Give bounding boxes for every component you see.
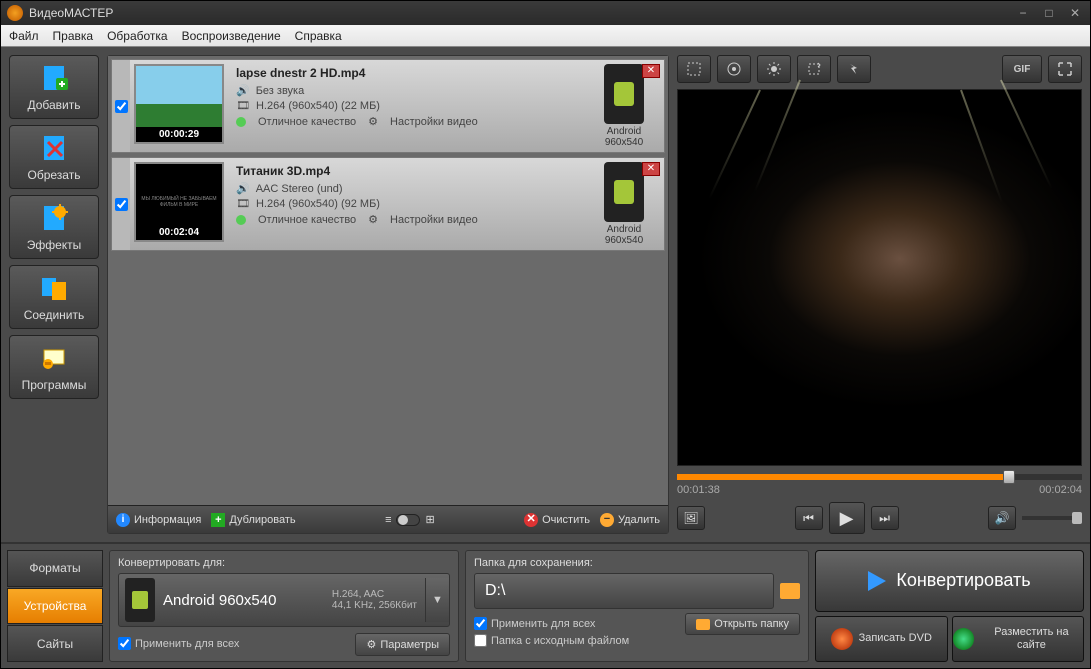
file-list: 00:00:29 lapse dnestr 2 HD.mp4 🔊Без звук…: [108, 56, 668, 505]
clear-button[interactable]: ✕Очистить: [524, 513, 590, 527]
convert-button[interactable]: Конвертировать: [815, 550, 1084, 612]
play-button[interactable]: ▶: [829, 502, 865, 534]
device-selector[interactable]: Android 960x540 H.264, AAC 44,1 KHz, 256…: [118, 573, 450, 627]
save-folder-panel: Папка для сохранения: D:\ Применить для …: [465, 550, 809, 662]
maximize-button[interactable]: □: [1040, 6, 1058, 20]
duplicate-button[interactable]: +Дублировать: [211, 513, 295, 527]
menu-help[interactable]: Справка: [295, 29, 342, 43]
next-button[interactable]: ⏭: [871, 506, 899, 530]
quality-dot-icon: [236, 117, 246, 127]
file-name: Титаник 3D.mp4: [236, 164, 576, 178]
folder-icon: [696, 619, 710, 630]
target-icon[interactable]: [717, 55, 751, 83]
crop-icon[interactable]: [677, 55, 711, 83]
browse-folder-icon[interactable]: [780, 583, 800, 599]
minimize-button[interactable]: −: [1014, 6, 1032, 20]
titlebar: ВидеоМАСТЕР − □ ✕: [1, 1, 1090, 25]
tab-formats[interactable]: Форматы: [7, 550, 103, 587]
view-mode-switch[interactable]: ≡⊞: [382, 513, 438, 526]
tab-devices[interactable]: Устройства: [7, 588, 103, 625]
preview-panel: GIF 00:01:38 00:02:04 🖼 ⏮ ▶ ⏭: [677, 55, 1082, 534]
arrow-icon: [868, 571, 886, 591]
save-path-field[interactable]: D:\: [474, 573, 774, 609]
burn-dvd-button[interactable]: Записать DVD: [815, 616, 948, 662]
file-thumbnail[interactable]: 00:00:29: [134, 64, 224, 144]
menubar: Файл Правка Обработка Воспроизведение Сп…: [1, 25, 1090, 47]
globe-icon: [953, 628, 974, 650]
quality-dot-icon: [236, 215, 246, 225]
film-icon: 🎞: [236, 99, 250, 112]
convert-for-panel: Конвертировать для: Android 960x540 H.26…: [109, 550, 459, 662]
fullscreen-icon[interactable]: [1048, 55, 1082, 83]
gif-button[interactable]: GIF: [1002, 55, 1042, 83]
menu-playback[interactable]: Воспроизведение: [182, 29, 281, 43]
publish-button[interactable]: Разместить на сайте: [952, 616, 1085, 662]
apply-all-save-checkbox[interactable]: Применить для всех: [474, 617, 629, 630]
settings-icon[interactable]: ⚙: [368, 115, 378, 128]
time-current: 00:01:38: [677, 484, 720, 496]
file-item[interactable]: 00:00:29 lapse dnestr 2 HD.mp4 🔊Без звук…: [111, 59, 665, 153]
params-button[interactable]: ⚙Параметры: [355, 633, 450, 656]
app-title: ВидеоМАСТЕР: [29, 6, 1014, 20]
app-icon: [7, 5, 23, 21]
format-tabs: Форматы Устройства Сайты: [7, 550, 103, 662]
cut-button[interactable]: Обрезать: [9, 125, 99, 189]
file-item[interactable]: МЫ ЛЮБИМЫЙ НЕ ЗАБЫВАЕМФИЛЬМ В МИРЕ00:02:…: [111, 157, 665, 251]
volume-slider[interactable]: [1022, 516, 1082, 520]
apply-all-checkbox[interactable]: Применить для всех: [118, 637, 239, 650]
open-folder-button[interactable]: Открыть папку: [685, 613, 800, 635]
film-icon: 🎞: [236, 197, 250, 210]
time-total: 00:02:04: [1039, 484, 1082, 496]
audio-icon: 🔊: [236, 182, 250, 195]
menu-process[interactable]: Обработка: [107, 29, 168, 43]
merge-button[interactable]: Соединить: [9, 265, 99, 329]
list-toolbar: iИнформация +Дублировать ≡⊞ ✕Очистить −У…: [108, 505, 668, 533]
file-thumbnail[interactable]: МЫ ЛЮБИМЫЙ НЕ ЗАБЫВАЕМФИЛЬМ В МИРЕ00:02:…: [134, 162, 224, 242]
tab-sites[interactable]: Сайты: [7, 625, 103, 662]
menu-edit[interactable]: Правка: [53, 29, 94, 43]
prev-button[interactable]: ⏮: [795, 506, 823, 530]
gear-icon: ⚙: [366, 638, 376, 651]
brightness-icon[interactable]: [757, 55, 791, 83]
file-checkbox[interactable]: [112, 60, 130, 152]
video-viewport[interactable]: [677, 89, 1082, 466]
speed-icon[interactable]: [837, 55, 871, 83]
remove-file-button[interactable]: ✕: [642, 162, 660, 176]
remove-file-button[interactable]: ✕: [642, 64, 660, 78]
settings-icon[interactable]: ⚙: [368, 213, 378, 226]
dropdown-arrow-icon[interactable]: ▼: [425, 578, 449, 622]
source-folder-checkbox[interactable]: Папка с исходным файлом: [474, 634, 629, 647]
file-panel: 00:00:29 lapse dnestr 2 HD.mp4 🔊Без звук…: [107, 55, 669, 534]
rotate-icon[interactable]: [797, 55, 831, 83]
snapshot-icon[interactable]: 🖼: [677, 506, 705, 530]
effects-button[interactable]: Эффекты: [9, 195, 99, 259]
disc-icon: [831, 628, 853, 650]
info-button[interactable]: iИнформация: [116, 513, 201, 527]
seek-slider[interactable]: [677, 474, 1082, 480]
file-name: lapse dnestr 2 HD.mp4: [236, 66, 576, 80]
phone-icon: [125, 578, 155, 622]
audio-icon: 🔊: [236, 84, 250, 97]
sidebar: Добавить Обрезать Эффекты Соединить Прог…: [9, 55, 99, 534]
programs-button[interactable]: Программы: [9, 335, 99, 399]
file-checkbox[interactable]: [112, 158, 130, 250]
menu-file[interactable]: Файл: [9, 29, 39, 43]
delete-button[interactable]: −Удалить: [600, 513, 660, 527]
close-button[interactable]: ✕: [1066, 6, 1084, 20]
volume-icon[interactable]: 🔊: [988, 506, 1016, 530]
add-button[interactable]: Добавить: [9, 55, 99, 119]
